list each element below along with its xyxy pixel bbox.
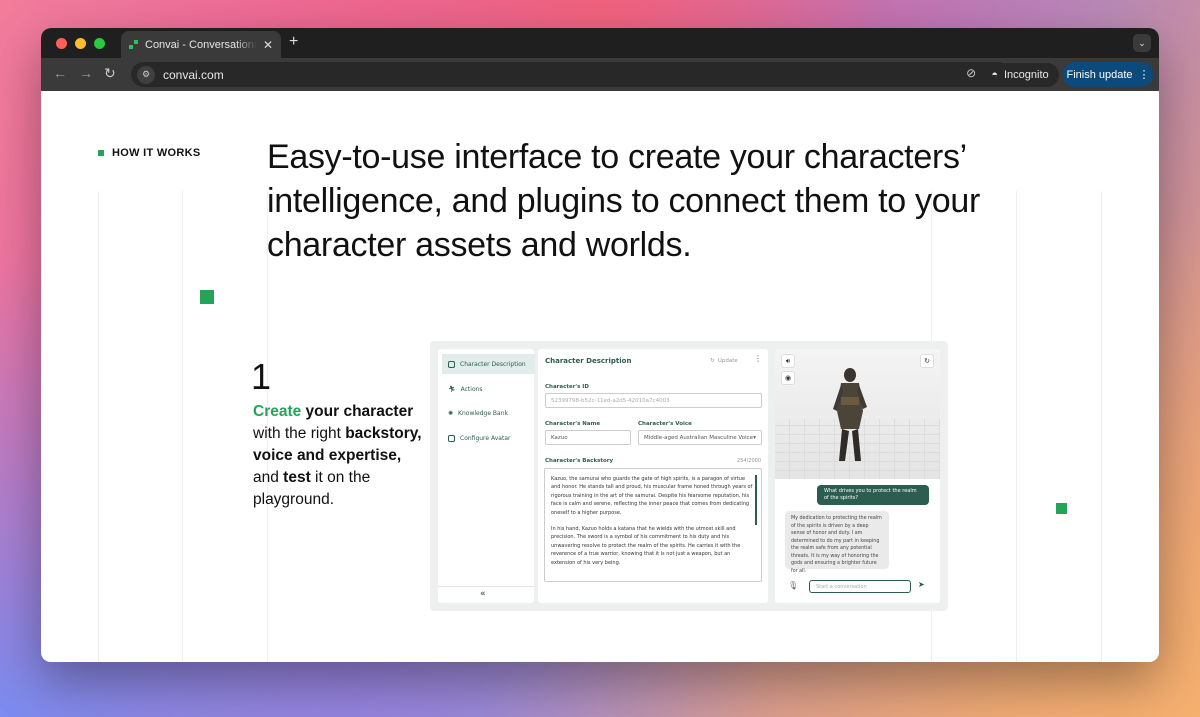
address-bar[interactable]: ⚙ convai.com ⊘ ☆ (131, 62, 1011, 87)
divider (438, 586, 534, 587)
section-eyebrow: HOW IT WORKS (98, 147, 201, 159)
step-word: Create (253, 403, 302, 420)
new-tab-button[interactable]: + (289, 33, 298, 51)
sidebar-item-configure-avatar[interactable]: Configure Avatar (442, 428, 535, 448)
forward-arrow-icon[interactable]: → (79, 65, 93, 81)
window-controls (56, 38, 105, 49)
microphone-off-icon[interactable]: 🎙︎ (788, 581, 798, 590)
finish-update-label: Finish update (1066, 68, 1133, 81)
url-text[interactable]: convai.com (163, 68, 224, 82)
grid-line (98, 191, 99, 662)
minimize-window-button[interactable] (75, 38, 86, 49)
character-id-field[interactable]: 52399798-b52c-11ed-a2d5-42010a7c4003 (545, 393, 762, 408)
grid-line (182, 191, 183, 662)
sidebar-item-actions[interactable]: 🏃︎ Actions (442, 379, 535, 399)
voice-select[interactable]: Middle-aged Australian Masculine Voice ▾ (638, 430, 762, 445)
finish-update-button[interactable]: Finish update ⋮ (1063, 62, 1153, 87)
send-icon[interactable]: ➤ (918, 580, 925, 589)
incognito-icon: ◓ (991, 69, 998, 81)
refresh-icon: ↻ (710, 357, 715, 364)
step-description: Create your character with the right bac… (253, 401, 423, 511)
name-label: Character's Name (545, 421, 601, 427)
running-person-icon: 🏃︎ (448, 385, 456, 393)
speaker-icon[interactable]: 🔊︎ (781, 354, 795, 368)
close-window-button[interactable] (56, 38, 67, 49)
app-sidebar: Character Description 🏃︎ Actions ✺ Knowl… (438, 349, 535, 603)
step-word: test (283, 469, 311, 486)
back-arrow-icon[interactable]: ← (53, 65, 67, 81)
app-screenshot: Character Description 🏃︎ Actions ✺ Knowl… (430, 341, 948, 611)
lightbulb-icon: ✺ (448, 409, 454, 417)
dropdown-caret-icon: ▾ (753, 434, 756, 441)
tab-bar: Convai - Conversational AI for Virtual W… (41, 28, 1159, 58)
eye-off-icon[interactable]: ⊘ (966, 66, 976, 80)
update-button[interactable]: ↻ Update (704, 354, 744, 367)
voice-select-value: Middle-aged Australian Masculine Voice (644, 434, 754, 441)
eye-icon[interactable]: ◉ (781, 371, 795, 385)
samurai-avatar-figure (833, 368, 867, 461)
user-chat-bubble: What drives you to protect the realm of … (817, 485, 929, 505)
form-title: Character Description (545, 357, 632, 365)
step-word: character (343, 403, 414, 420)
browser-tab[interactable]: Convai - Conversational AI for Virtual W… (121, 31, 281, 58)
incognito-label: Incognito (1004, 69, 1049, 81)
sidebar-item-character-description[interactable]: Character Description (442, 354, 535, 374)
tab-title: Convai - Conversational AI for Virtual W… (145, 38, 257, 51)
close-tab-icon[interactable]: ✕ (263, 38, 273, 52)
character-form: Character Description ↻ Update ⋮ Charact… (538, 349, 768, 603)
step-word: your (301, 403, 344, 420)
sidebar-item-label: Character Description (460, 360, 526, 368)
step-word: with the right (253, 425, 346, 442)
sidebar-item-label: Configure Avatar (460, 434, 511, 442)
maximize-window-button[interactable] (94, 38, 105, 49)
page-content: HOW IT WORKS Easy-to-use interface to cr… (41, 91, 1159, 662)
backstory-paragraph: Kazuo, the samurai who guards the gate o… (551, 476, 753, 516)
backstory-label: Character's Backstory (545, 458, 614, 464)
backstory-textarea[interactable]: Kazuo, the samurai who guards the gate o… (544, 468, 762, 582)
more-options-icon[interactable]: ⋮ (754, 354, 762, 363)
browser-toolbar: ← → ↻ ⚙ convai.com ⊘ ☆ ◓ Incognito Finis… (41, 58, 1159, 91)
kebab-menu-icon: ⋮ (1138, 69, 1150, 81)
step-number: 1 (251, 356, 272, 397)
id-label: Character's ID (545, 384, 589, 390)
step-word: and (253, 469, 284, 486)
character-name-field[interactable]: Kazuo (545, 430, 631, 445)
bot-chat-bubble: My dedication to protecting the realm of… (785, 511, 889, 574)
decor-square (1056, 503, 1067, 514)
avatar-icon (448, 434, 455, 442)
reload-icon[interactable]: ↻ (104, 65, 116, 82)
site-settings-icon[interactable]: ⚙ (137, 65, 155, 84)
textarea-scrollbar[interactable] (755, 475, 757, 525)
sidebar-item-label: Actions (460, 385, 483, 393)
sidebar-item-label: Knowledge Bank (458, 409, 508, 417)
reset-camera-icon[interactable]: ↻ (920, 354, 934, 368)
backstory-paragraph: In his hand, Kazuo holds a katana that h… (551, 526, 741, 566)
update-label: Update (717, 357, 738, 364)
avatar-viewport[interactable]: 🔊︎ ◉ ↻ (775, 349, 940, 479)
decor-square (200, 290, 214, 304)
grid-line (1101, 191, 1102, 662)
voice-label: Character's Voice (638, 421, 692, 427)
sidebar-item-knowledge-bank[interactable]: ✺ Knowledge Bank (442, 403, 535, 423)
playground-panel: 🔊︎ ◉ ↻ What drives you to protect the re… (775, 349, 940, 603)
browser-window: Convai - Conversational AI for Virtual W… (41, 28, 1159, 662)
user-icon (448, 360, 455, 368)
tab-search-chevron-icon[interactable]: ⌄ (1133, 34, 1151, 52)
chat-input[interactable]: Start a conversation (809, 580, 911, 593)
section-headline: Easy-to-use interface to create your cha… (267, 138, 980, 264)
incognito-indicator[interactable]: ◓ Incognito (981, 63, 1059, 87)
green-square-icon (98, 150, 104, 156)
collapse-sidebar-icon[interactable]: « (480, 589, 486, 599)
eyebrow-label: HOW IT WORKS (112, 147, 201, 159)
backstory-counter: 254/2000 (737, 458, 761, 464)
convai-favicon-icon (129, 39, 139, 50)
